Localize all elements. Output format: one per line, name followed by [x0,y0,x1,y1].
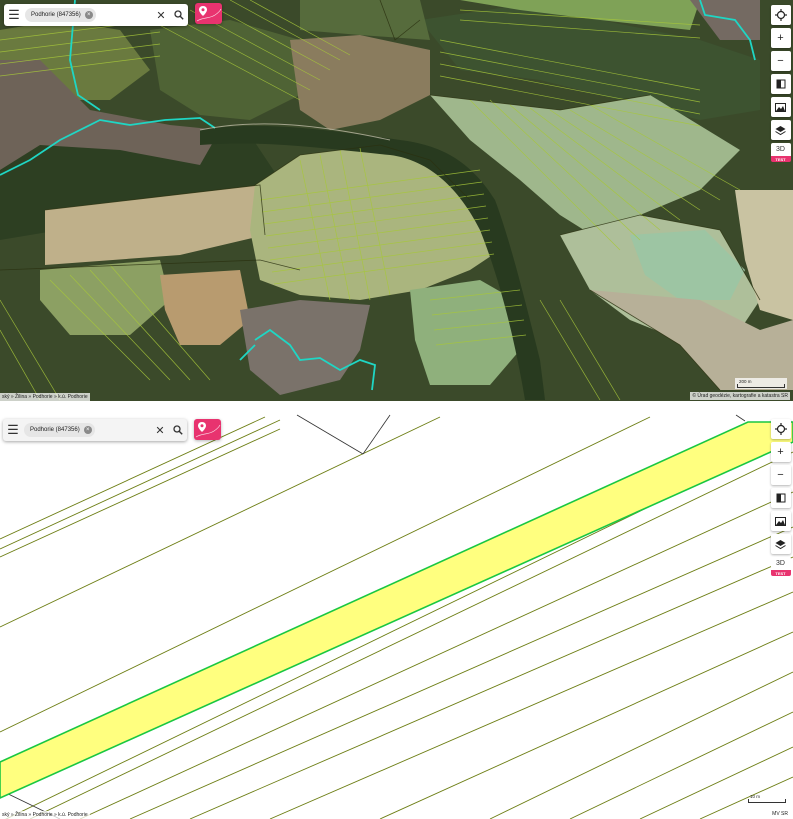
crosshair-icon[interactable] [770,419,791,439]
pane-divider [0,401,793,412]
plus-icon[interactable]: + [770,442,791,462]
map-pin-icon [196,6,222,22]
search-chip[interactable]: Podhorie (847356) × [25,8,96,22]
search-icon[interactable] [169,419,187,441]
orthophoto-map-canvas[interactable] [0,0,793,401]
minus-icon[interactable]: − [770,465,791,485]
3d-toggle[interactable]: 3D [770,557,791,570]
map-attribution: © Úrad geodézie, kartografie a katastra … [690,392,790,400]
layers-icon[interactable] [770,534,791,554]
search-bar[interactable]: ☰ Podhorie (847356) × ✕ [4,4,188,26]
close-icon[interactable]: ✕ [151,419,169,441]
scale-bar: 200 m [735,378,787,389]
split-view-icon[interactable] [770,488,791,508]
map-toolbar: + − 3D TEST [770,5,791,162]
crosshair-icon[interactable] [770,5,791,25]
map-photo-icon[interactable] [770,511,791,531]
location-breadcrumb[interactable]: ský » Žilina » Podhorie » k.ú. Podhorie [0,811,90,819]
map-toolbar: + − 3D TEST [770,419,791,576]
menu-icon[interactable]: ☰ [4,4,24,26]
map-photo-icon[interactable] [770,97,791,117]
minus-icon[interactable]: − [770,51,791,71]
test-badge: TEST [770,156,791,162]
map-pin-button[interactable] [195,3,222,24]
scale-bar: 10 m [748,794,786,803]
search-chip-label: Podhorie (847356) [31,12,81,18]
layers-icon[interactable] [770,120,791,140]
search-bar[interactable]: ☰ Podhorie (847356) × ✕ [3,419,187,441]
location-breadcrumb[interactable]: ský » Žilina » Podhorie » k.ú. Podhorie [0,393,90,401]
close-circle-icon[interactable]: × [83,426,92,434]
split-view-icon[interactable] [770,74,791,94]
close-icon[interactable]: ✕ [152,4,170,26]
search-chip-label: Podhorie (847356) [30,427,80,433]
search-icon[interactable] [170,4,188,26]
scale-line [737,384,785,388]
search-chip[interactable]: Podhorie (847356) × [24,423,95,437]
scale-line [748,799,786,803]
close-circle-icon[interactable]: × [84,11,93,19]
test-badge: TEST [770,570,791,576]
map-pin-icon [195,422,221,438]
plus-icon[interactable]: + [770,28,791,48]
3d-toggle[interactable]: 3D [770,143,791,156]
map-pin-button[interactable] [194,419,221,440]
cadastral-map-canvas[interactable] [0,412,793,819]
menu-icon[interactable]: ☰ [3,419,23,441]
map-attribution: MV SR [770,810,790,818]
orthophoto-map-view[interactable]: ☰ Podhorie (847356) × ✕ + − 3D TEST 200 … [0,0,793,401]
cadastral-map-view[interactable]: ☰ Podhorie (847356) × ✕ + − 3D TEST 10 m… [0,412,793,819]
